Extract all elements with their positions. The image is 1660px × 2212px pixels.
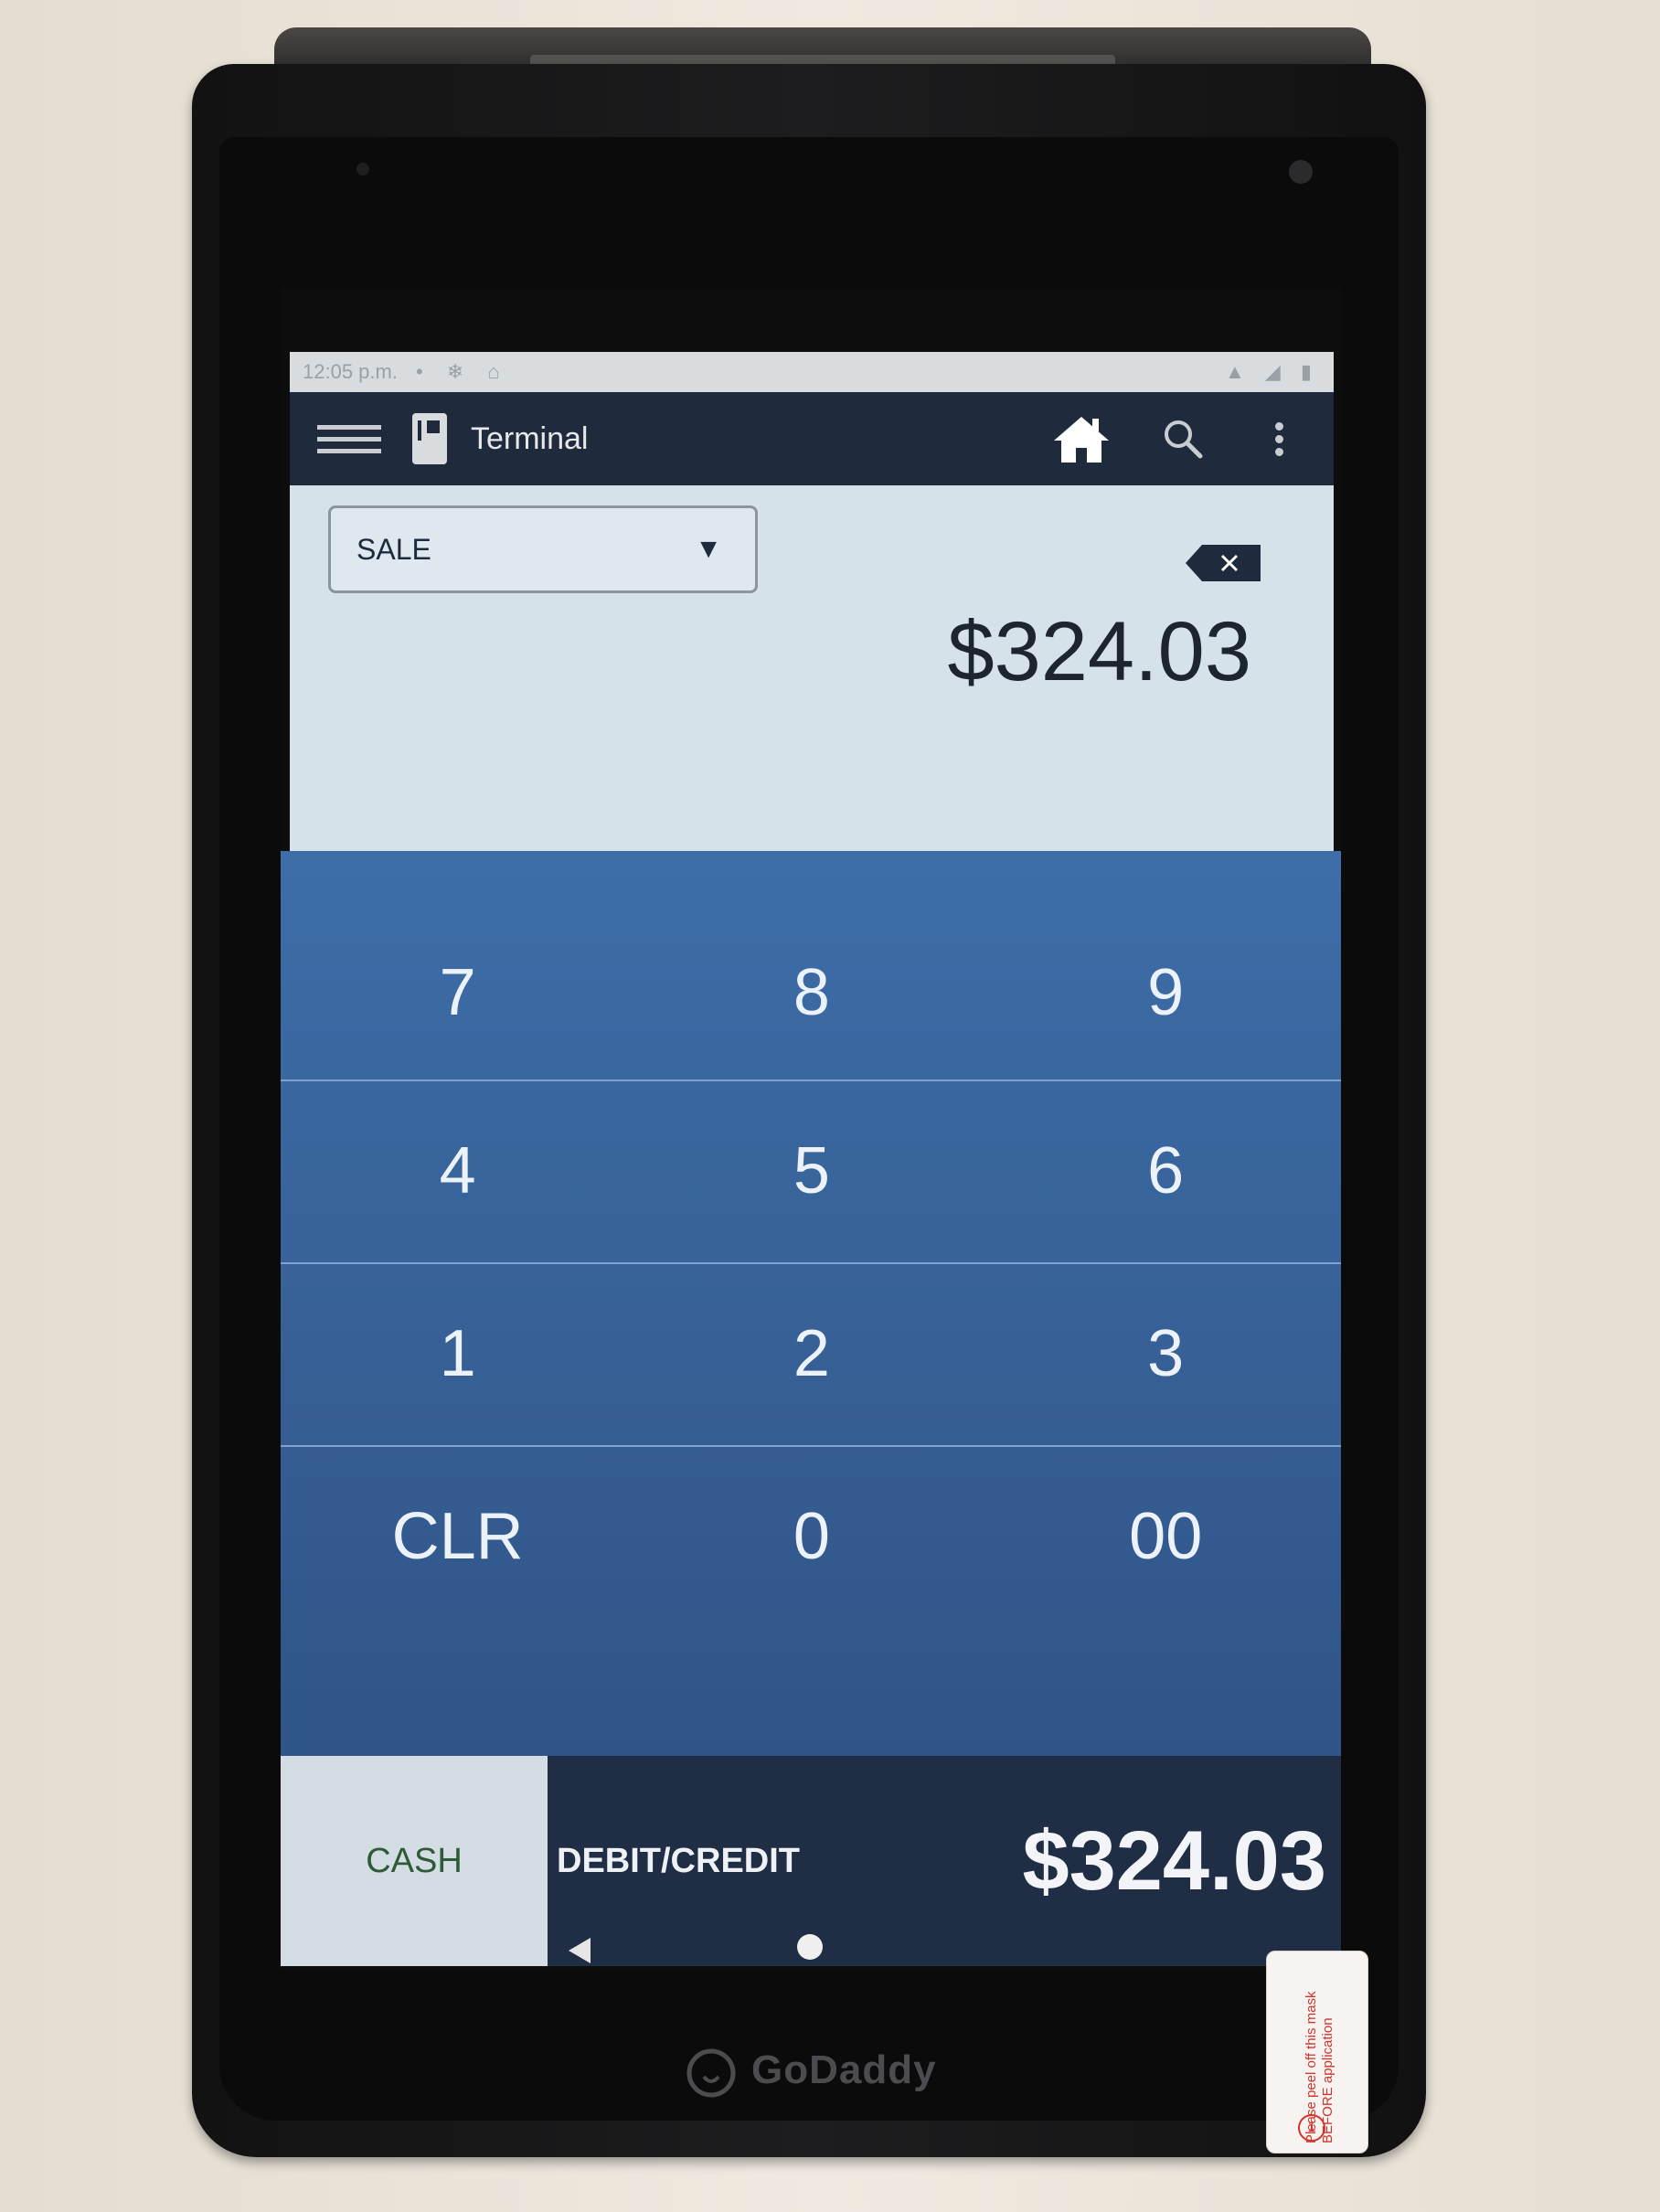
amount-panel: SALE ▼ $324.03 bbox=[290, 485, 1334, 851]
keypad-row: 1 2 3 bbox=[281, 1262, 1341, 1447]
brand-name: GoDaddy bbox=[751, 2047, 937, 2092]
keypad-row: CLR 0 00 bbox=[281, 1445, 1341, 1628]
sticker-number: 1 bbox=[1298, 2114, 1325, 2142]
cash-button[interactable]: CASH bbox=[281, 1756, 548, 1966]
search-icon[interactable] bbox=[1162, 418, 1204, 460]
key-1[interactable]: 1 bbox=[281, 1316, 634, 1391]
overflow-menu-icon[interactable] bbox=[1275, 418, 1286, 461]
key-9[interactable]: 9 bbox=[989, 955, 1341, 1030]
front-camera bbox=[1289, 160, 1313, 184]
transaction-type-select[interactable]: SALE ▼ bbox=[328, 505, 758, 593]
menu-icon[interactable] bbox=[317, 418, 381, 461]
status-left-icons: • ❄ ⌂ bbox=[415, 360, 509, 383]
key-4[interactable]: 4 bbox=[281, 1133, 634, 1208]
key-2[interactable]: 2 bbox=[634, 1316, 988, 1391]
total-amount: $324.03 bbox=[1022, 1813, 1326, 1908]
transaction-type-value: SALE bbox=[356, 532, 431, 566]
pos-device: 12:05 p.m. • ❄ ⌂ ▲ ◢ ▮ Terminal SALE ▼ $… bbox=[192, 64, 1426, 2157]
key-7[interactable]: 7 bbox=[281, 955, 634, 1030]
peel-off-sticker: Please peel off this mask BEFORE applica… bbox=[1266, 1951, 1368, 2154]
dropdown-caret-icon: ▼ bbox=[695, 534, 722, 564]
light-sensor bbox=[356, 163, 369, 175]
screen: 12:05 p.m. • ❄ ⌂ ▲ ◢ ▮ Terminal SALE ▼ $… bbox=[281, 288, 1341, 1970]
key-clear[interactable]: CLR bbox=[281, 1499, 634, 1574]
numeric-keypad: 7 8 9 4 5 6 1 2 3 CLR 0 00 bbox=[281, 851, 1341, 1756]
status-bar: 12:05 p.m. • ❄ ⌂ ▲ ◢ ▮ bbox=[290, 352, 1334, 392]
status-right-icons: ▲ ◢ ▮ bbox=[1224, 360, 1319, 383]
key-00[interactable]: 00 bbox=[989, 1499, 1341, 1574]
nav-home-icon[interactable] bbox=[797, 1934, 823, 1960]
keypad-row: 7 8 9 bbox=[281, 906, 1341, 1081]
key-3[interactable]: 3 bbox=[989, 1316, 1341, 1391]
key-6[interactable]: 6 bbox=[989, 1133, 1341, 1208]
photo-background: 12:05 p.m. • ❄ ⌂ ▲ ◢ ▮ Terminal SALE ▼ $… bbox=[0, 0, 1660, 2212]
terminal-icon bbox=[412, 413, 447, 464]
key-8[interactable]: 8 bbox=[634, 955, 988, 1030]
cash-button-label: CASH bbox=[366, 1841, 463, 1880]
home-icon[interactable] bbox=[1052, 413, 1111, 464]
backspace-icon[interactable] bbox=[1186, 545, 1261, 581]
godaddy-logo-icon bbox=[686, 2048, 736, 2098]
app-bar: Terminal bbox=[290, 392, 1334, 485]
nav-back-icon[interactable] bbox=[569, 1938, 591, 1963]
keypad-row: 4 5 6 bbox=[281, 1079, 1341, 1264]
app-title: Terminal bbox=[471, 420, 589, 456]
key-5[interactable]: 5 bbox=[634, 1133, 988, 1208]
key-0[interactable]: 0 bbox=[634, 1499, 988, 1574]
status-time: 12:05 p.m. bbox=[303, 360, 398, 383]
debit-credit-button[interactable]: DEBIT/CREDIT bbox=[557, 1842, 800, 1881]
amount-display: $324.03 bbox=[947, 605, 1251, 698]
